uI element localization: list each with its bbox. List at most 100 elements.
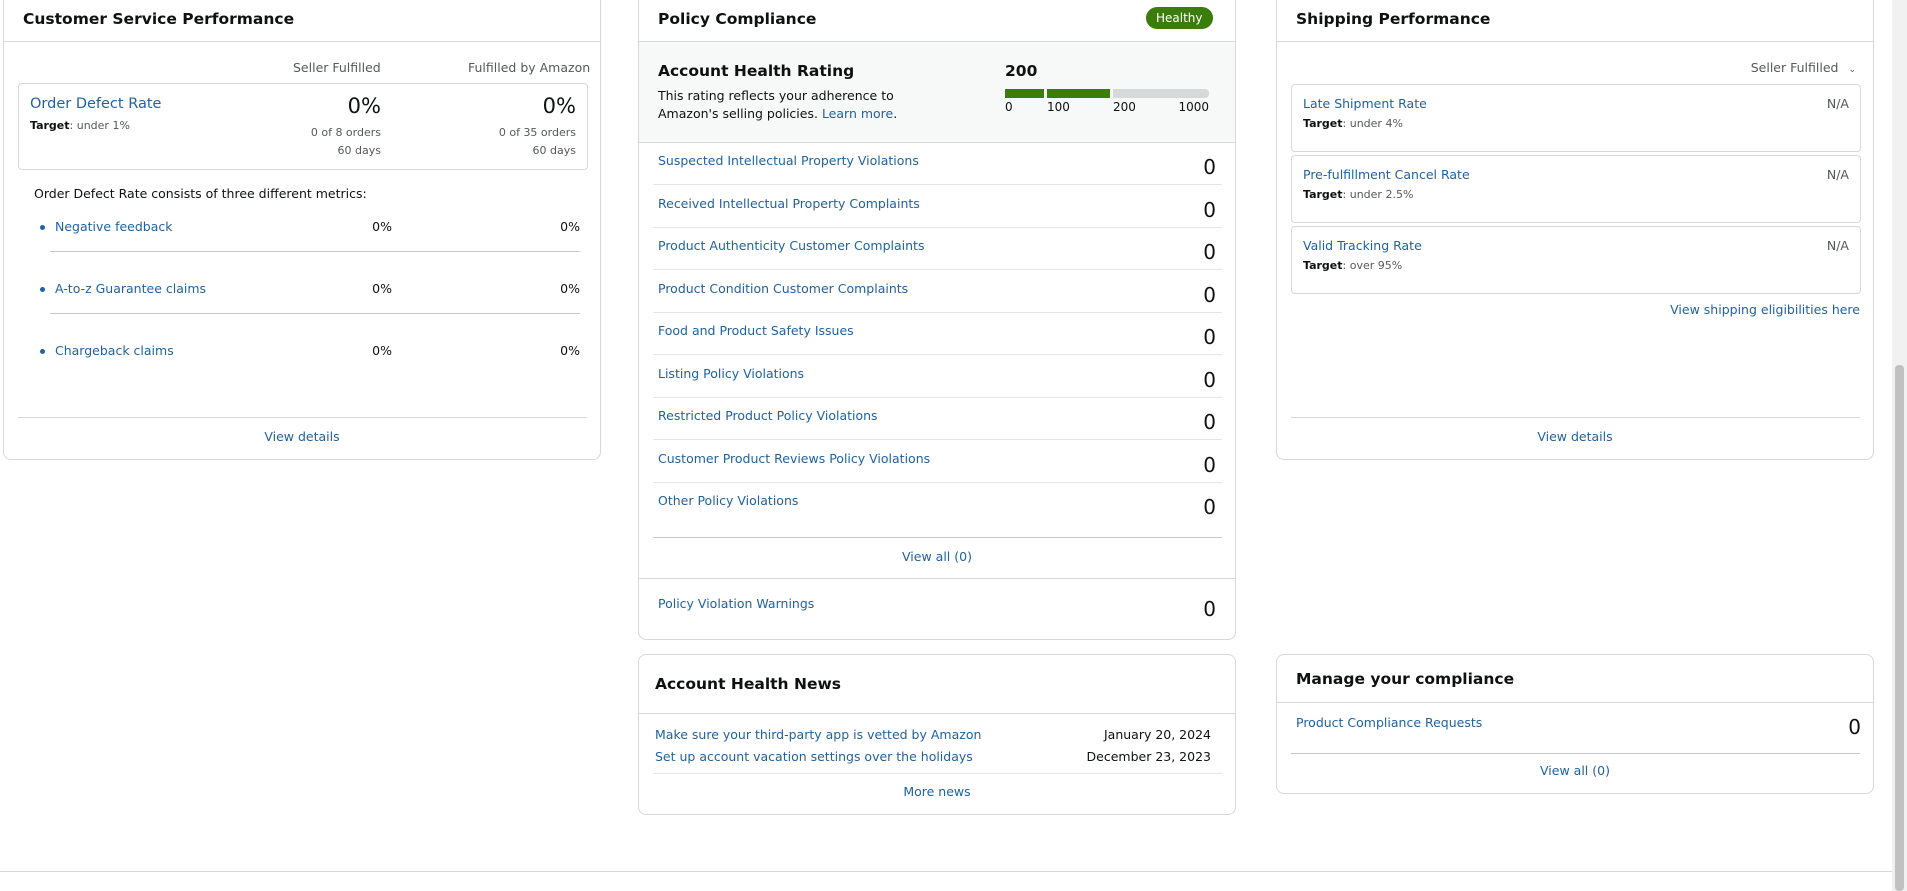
ahr-bar-ticks: 0 100 200 1000	[1005, 98, 1209, 114]
odr-target-value: : under 1%	[69, 119, 130, 132]
policy-violation-count: 0	[1203, 410, 1216, 434]
page-footer	[0, 871, 1892, 891]
bar-segment-0-100	[1005, 89, 1044, 98]
product-compliance-requests-value: 0	[1848, 715, 1861, 739]
policy-violation-count: 0	[1203, 495, 1216, 519]
cs-view-details-link[interactable]: View details	[4, 429, 600, 444]
metrics-intro: Order Defect Rate consists of three diff…	[34, 186, 367, 201]
valid-tracking-box: Valid Tracking Rate Target: over 95% N/A	[1291, 226, 1861, 294]
bullet-icon	[40, 287, 45, 292]
metric-row: Chargeback claims 0% 0%	[34, 343, 585, 405]
metric-seller-value: 0%	[372, 281, 392, 296]
late-shipment-rate-link[interactable]: Late Shipment Rate	[1303, 96, 1427, 111]
target-label: Target	[1303, 117, 1343, 130]
policy-violation-row: Restricted Product Policy Violations 0	[653, 398, 1222, 440]
manage-compliance-card: Manage your compliance Product Complianc…	[1276, 654, 1874, 794]
odr-target: Target: under 1%	[30, 119, 130, 132]
scrollbar-thumb[interactable]	[1895, 365, 1904, 891]
pre-fulfillment-target: Target: under 2.5%	[1303, 188, 1413, 201]
policy-violation-row: Listing Policy Violations 0	[653, 356, 1222, 398]
late-shipment-target: Target: under 4%	[1303, 117, 1403, 130]
chevron-down-icon: ⌄	[1848, 65, 1856, 75]
policy-violation-link[interactable]: Food and Product Safety Issues	[658, 323, 854, 338]
learn-more-link[interactable]: Learn more	[822, 106, 893, 121]
more-news-link[interactable]: More news	[639, 784, 1235, 799]
policy-compliance-card: Policy Compliance Healthy Account Health…	[638, 0, 1236, 640]
customer-service-card: Customer Service Performance Seller Fulf…	[3, 0, 601, 460]
divider	[50, 251, 580, 252]
shipping-view-details-link[interactable]: View details	[1277, 429, 1873, 444]
ahr-title: Account Health Rating	[658, 62, 855, 80]
policy-violation-link[interactable]: Restricted Product Policy Violations	[658, 408, 878, 423]
target-value: : under 2.5%	[1342, 188, 1414, 201]
valid-tracking-value: N/A	[1826, 238, 1849, 253]
policy-violation-link[interactable]: Received Intellectual Property Complaint…	[658, 196, 920, 211]
metric-seller-value: 0%	[372, 219, 392, 234]
policy-violation-row: Customer Product Reviews Policy Violatio…	[653, 441, 1222, 483]
divider	[1291, 753, 1860, 754]
chargeback-claims-link[interactable]: Chargeback claims	[55, 343, 174, 358]
divider	[653, 537, 1222, 538]
page-scrollbar[interactable]	[1892, 0, 1907, 891]
ahr-description: This rating reflects your adherence to A…	[658, 88, 898, 121]
policy-violation-warnings-link[interactable]: Policy Violation Warnings	[658, 596, 814, 611]
pre-fulfillment-value: N/A	[1826, 167, 1849, 182]
pre-fulfillment-cancel-box: Pre-fulfillment Cancel Rate Target: unde…	[1291, 155, 1861, 223]
news-header: Account Health News	[639, 655, 1235, 714]
divider	[50, 313, 580, 314]
policy-violation-link[interactable]: Customer Product Reviews Policy Violatio…	[658, 451, 930, 466]
shipping-eligibilities-link[interactable]: View shipping eligibilities here	[1670, 302, 1860, 317]
target-label: Target	[1303, 188, 1343, 201]
compliance-view-all-link[interactable]: View all (0)	[1277, 763, 1873, 778]
compliance-header: Manage your compliance	[1277, 655, 1873, 703]
compliance-title: Manage your compliance	[1296, 670, 1515, 688]
policy-violation-row: Suspected Intellectual Property Violatio…	[653, 143, 1222, 185]
pre-fulfillment-cancel-rate-link[interactable]: Pre-fulfillment Cancel Rate	[1303, 167, 1470, 182]
policy-violation-count: 0	[1203, 282, 1216, 307]
policy-compliance-header: Policy Compliance Healthy	[639, 0, 1235, 42]
divider	[18, 417, 587, 418]
odr-amazon-days: 60 days	[532, 144, 576, 157]
order-defect-rate-link[interactable]: Order Defect Rate	[30, 96, 161, 112]
metric-amazon-value: 0%	[560, 219, 580, 234]
valid-tracking-rate-link[interactable]: Valid Tracking Rate	[1303, 238, 1422, 253]
policy-violation-count: 0	[1203, 452, 1216, 477]
metric-seller-value: 0%	[372, 343, 392, 358]
policy-violation-row: Received Intellectual Property Complaint…	[653, 186, 1222, 228]
col-seller-fulfilled: Seller Fulfilled	[293, 60, 381, 75]
policy-view-all-link[interactable]: View all (0)	[639, 549, 1235, 564]
policy-violation-link[interactable]: Other Policy Violations	[658, 493, 798, 508]
tick-0: 0	[1005, 100, 1013, 114]
policy-violation-row: Product Authenticity Customer Complaints…	[653, 228, 1222, 270]
policy-violation-link[interactable]: Suspected Intellectual Property Violatio…	[658, 153, 919, 168]
policy-violation-link[interactable]: Product Condition Customer Complaints	[658, 281, 908, 296]
late-shipment-value: N/A	[1826, 96, 1849, 111]
news-item-link[interactable]: Make sure your third-party app is vetted…	[655, 727, 981, 742]
a-to-z-claims-link[interactable]: A-to-z Guarantee claims	[55, 281, 206, 296]
metric-amazon-value: 0%	[560, 343, 580, 358]
account-health-news-card: Account Health News Make sure your third…	[638, 654, 1236, 815]
policy-violation-count: 0	[1203, 197, 1216, 222]
shipping-performance-card: Shipping Performance Seller Fulfilled ⌄ …	[1276, 0, 1874, 460]
tick-100: 100	[1047, 100, 1070, 114]
negative-feedback-link[interactable]: Negative feedback	[55, 219, 173, 234]
odr-target-label: Target	[30, 119, 70, 132]
odr-seller-orders: 0 of 8 orders	[310, 126, 381, 139]
news-item: Make sure your third-party app is vetted…	[655, 727, 1211, 747]
divider	[639, 578, 1235, 579]
news-item-link[interactable]: Set up account vacation settings over th…	[655, 749, 973, 764]
policy-violation-count: 0	[1203, 367, 1216, 392]
ahr-progress-bar	[1005, 89, 1209, 98]
metric-amazon-value: 0%	[560, 281, 580, 296]
policy-violation-link[interactable]: Listing Policy Violations	[658, 366, 804, 381]
policy-violation-count: 0	[1203, 325, 1216, 349]
odr-seller-pct: 0%	[347, 94, 381, 118]
seller-fulfilled-dropdown[interactable]: Seller Fulfilled ⌄	[1751, 60, 1856, 75]
policy-violation-count: 0	[1203, 155, 1216, 179]
healthy-badge: Healthy	[1146, 7, 1213, 29]
target-value: : over 95%	[1342, 259, 1403, 272]
account-health-rating-box: Account Health Rating This rating reflec…	[639, 42, 1235, 143]
policy-violation-link[interactable]: Product Authenticity Customer Complaints	[658, 238, 924, 253]
product-compliance-requests-link[interactable]: Product Compliance Requests	[1296, 715, 1482, 730]
order-defect-rate-box: Order Defect Rate Target: under 1% 0% 0 …	[18, 83, 588, 170]
